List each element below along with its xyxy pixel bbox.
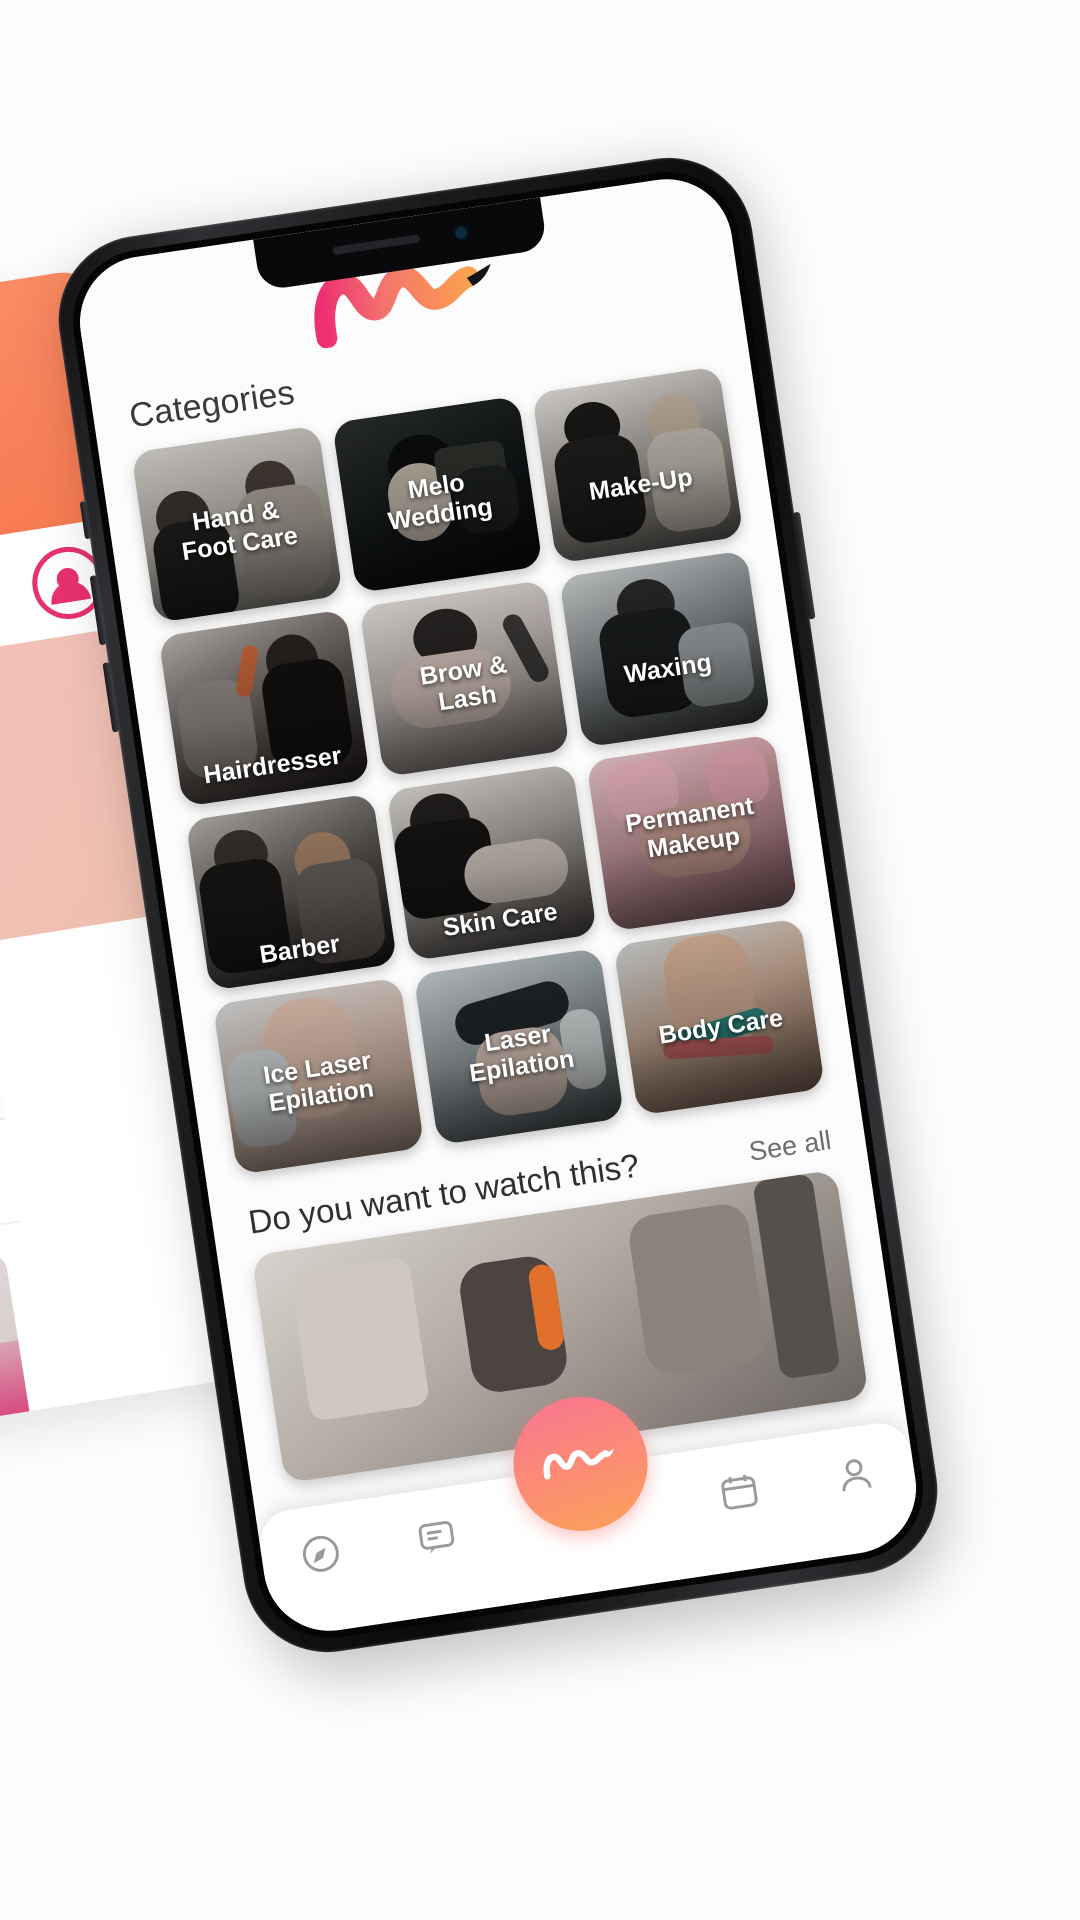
category-tile-hand-foot-care[interactable]: Hand & Foot Care (130, 425, 343, 623)
phone-frame: Categories Hand & Foot Care Melo Wedding… (47, 146, 949, 1664)
person-icon (830, 1450, 881, 1505)
earpiece-speaker (331, 234, 420, 256)
category-label: Waxing (622, 648, 714, 689)
category-tile-melo-wedding[interactable]: Melo Wedding (331, 395, 544, 594)
power-button[interactable] (792, 511, 816, 620)
category-label: Hand & Foot Care (180, 495, 300, 567)
chat-icon (412, 1512, 463, 1567)
tab-calendar[interactable] (704, 1466, 774, 1524)
category-tile-brow-lash[interactable]: Brow & Lash (358, 579, 571, 778)
category-label: Melo Wedding (386, 468, 495, 536)
promo-image-canvas: el m nu ! o n care, hair… ye l Nail Poli… (0, 0, 1080, 1920)
see-all-link[interactable]: See all (747, 1125, 833, 1168)
category-tile-waxing[interactable]: Waxing (559, 549, 771, 748)
category-label: Laser Epilation (467, 1019, 577, 1088)
compass-icon (296, 1529, 347, 1584)
category-tile-permanent-makeup[interactable]: Permanent Makeup (586, 733, 799, 932)
tab-discover[interactable] (286, 1527, 356, 1585)
categories-grid: Hand & Foot Care Melo Wedding Make-Up Ha… (99, 361, 857, 1179)
category-tile-laser-epilation[interactable]: Laser Epilation (412, 947, 625, 1146)
phone-screen: Categories Hand & Foot Care Melo Wedding… (71, 170, 925, 1640)
category-label: Brow & Lash (418, 650, 509, 717)
avatar-body-shape (48, 578, 92, 605)
background-service-card-caption: Acry (0, 1399, 23, 1441)
category-label: Ice Laser Epilation (261, 1046, 376, 1118)
category-tile-make-up[interactable]: Make-Up (531, 365, 744, 564)
category-label: Make-Up (587, 463, 695, 507)
category-tile-barber[interactable]: Barber (185, 793, 398, 991)
front-camera-icon (451, 223, 469, 241)
calendar-icon (714, 1467, 765, 1522)
category-tile-skin-care[interactable]: Skin Care (385, 763, 598, 962)
phone-mockup: Categories Hand & Foot Care Melo Wedding… (47, 146, 959, 1688)
tab-messages[interactable] (402, 1510, 472, 1568)
category-label: Permanent Makeup (623, 791, 756, 864)
card-gradient-overlay (0, 1340, 33, 1454)
melo-app-home-screen: Categories Hand & Foot Care Melo Wedding… (71, 170, 925, 1640)
category-tile-body-care[interactable]: Body Care (613, 918, 826, 1116)
tab-profile[interactable] (820, 1448, 890, 1506)
category-tile-ice-laser-epilation[interactable]: Ice Laser Epilation (212, 977, 425, 1175)
phone-inner-bezel: Categories Hand & Foot Care Melo Wedding… (63, 162, 933, 1648)
category-tile-hairdresser[interactable]: Hairdresser (158, 609, 370, 807)
melo-fab-icon (535, 1434, 625, 1495)
